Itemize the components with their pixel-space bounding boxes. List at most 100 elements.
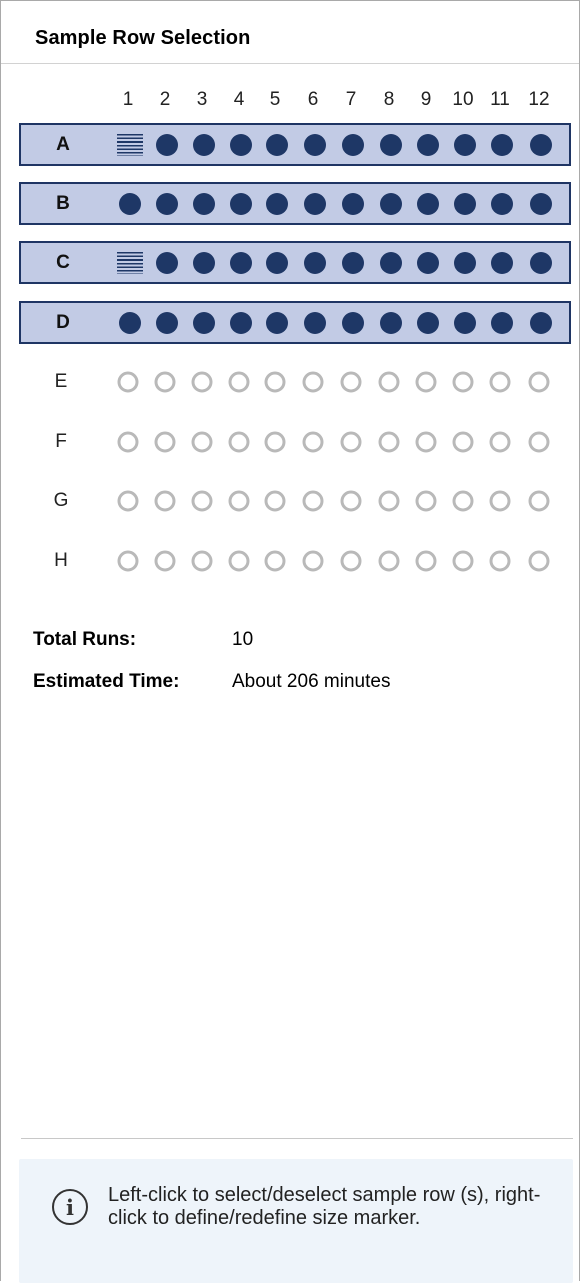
sample-well-filled[interactable] — [491, 192, 513, 215]
sample-well-empty[interactable] — [452, 550, 474, 571]
sample-well-filled[interactable] — [417, 133, 439, 156]
sample-well-filled[interactable] — [230, 251, 252, 274]
sample-well-filled[interactable] — [380, 251, 402, 274]
sample-well-filled[interactable] — [304, 192, 326, 215]
sample-well-empty[interactable] — [117, 490, 139, 511]
sample-well-empty[interactable] — [228, 550, 250, 571]
sample-well-empty[interactable] — [228, 371, 250, 392]
sample-row-d[interactable]: D — [19, 301, 571, 344]
sample-well-filled[interactable] — [530, 251, 552, 274]
sample-well-filled[interactable] — [266, 251, 288, 274]
sample-well-empty[interactable] — [264, 371, 286, 392]
sample-well-filled[interactable] — [230, 133, 252, 156]
sample-well-filled[interactable] — [454, 251, 476, 274]
sample-well-empty[interactable] — [154, 431, 176, 452]
sample-well-filled[interactable] — [266, 311, 288, 334]
sample-well-empty[interactable] — [528, 550, 550, 571]
sample-well-empty[interactable] — [378, 371, 400, 392]
sample-well-filled[interactable] — [417, 251, 439, 274]
sample-well-filled[interactable] — [454, 192, 476, 215]
sample-well-empty[interactable] — [264, 431, 286, 452]
sample-well-filled[interactable] — [530, 133, 552, 156]
sample-well-empty[interactable] — [452, 371, 474, 392]
sample-well-empty[interactable] — [489, 550, 511, 571]
size-marker-well[interactable] — [117, 251, 143, 274]
sample-well-empty[interactable] — [302, 490, 324, 511]
sample-row-e[interactable]: E — [19, 360, 571, 403]
sample-well-filled[interactable] — [193, 133, 215, 156]
sample-well-filled[interactable] — [193, 192, 215, 215]
sample-well-empty[interactable] — [415, 490, 437, 511]
sample-well-filled[interactable] — [491, 133, 513, 156]
sample-well-filled[interactable] — [266, 133, 288, 156]
sample-well-filled[interactable] — [156, 251, 178, 274]
sample-well-empty[interactable] — [191, 431, 213, 452]
sample-well-empty[interactable] — [378, 490, 400, 511]
sample-well-filled[interactable] — [417, 192, 439, 215]
sample-well-empty[interactable] — [228, 431, 250, 452]
sample-well-empty[interactable] — [228, 490, 250, 511]
sample-well-empty[interactable] — [264, 550, 286, 571]
sample-well-filled[interactable] — [193, 311, 215, 334]
sample-well-empty[interactable] — [117, 431, 139, 452]
sample-well-filled[interactable] — [380, 192, 402, 215]
sample-well-empty[interactable] — [340, 550, 362, 571]
sample-well-filled[interactable] — [530, 192, 552, 215]
sample-well-empty[interactable] — [489, 431, 511, 452]
sample-well-filled[interactable] — [156, 133, 178, 156]
sample-well-filled[interactable] — [342, 251, 364, 274]
sample-well-empty[interactable] — [117, 371, 139, 392]
sample-well-filled[interactable] — [342, 192, 364, 215]
sample-well-empty[interactable] — [191, 490, 213, 511]
sample-well-empty[interactable] — [191, 550, 213, 571]
sample-well-empty[interactable] — [489, 490, 511, 511]
sample-well-empty[interactable] — [117, 550, 139, 571]
sample-row-a[interactable]: A — [19, 123, 571, 166]
sample-row-b[interactable]: B — [19, 182, 571, 225]
sample-well-filled[interactable] — [119, 311, 141, 334]
sample-well-empty[interactable] — [302, 431, 324, 452]
sample-well-filled[interactable] — [304, 311, 326, 334]
sample-well-empty[interactable] — [191, 371, 213, 392]
sample-well-filled[interactable] — [304, 133, 326, 156]
sample-well-empty[interactable] — [415, 371, 437, 392]
sample-well-filled[interactable] — [342, 133, 364, 156]
sample-well-empty[interactable] — [154, 371, 176, 392]
sample-well-filled[interactable] — [491, 251, 513, 274]
sample-well-empty[interactable] — [415, 550, 437, 571]
sample-well-empty[interactable] — [452, 490, 474, 511]
sample-well-empty[interactable] — [528, 431, 550, 452]
sample-row-c[interactable]: C — [19, 241, 571, 284]
sample-well-empty[interactable] — [154, 490, 176, 511]
sample-well-filled[interactable] — [156, 311, 178, 334]
sample-row-f[interactable]: F — [19, 420, 571, 463]
sample-row-g[interactable]: G — [19, 479, 571, 522]
sample-well-empty[interactable] — [528, 371, 550, 392]
sample-well-filled[interactable] — [530, 311, 552, 334]
sample-well-empty[interactable] — [302, 550, 324, 571]
sample-well-empty[interactable] — [415, 431, 437, 452]
sample-well-empty[interactable] — [154, 550, 176, 571]
sample-well-empty[interactable] — [340, 371, 362, 392]
sample-well-empty[interactable] — [378, 550, 400, 571]
sample-well-filled[interactable] — [380, 133, 402, 156]
sample-well-empty[interactable] — [264, 490, 286, 511]
sample-well-empty[interactable] — [302, 371, 324, 392]
sample-well-filled[interactable] — [454, 133, 476, 156]
sample-well-filled[interactable] — [304, 251, 326, 274]
sample-row-h[interactable]: H — [19, 539, 571, 582]
sample-well-empty[interactable] — [528, 490, 550, 511]
sample-well-filled[interactable] — [119, 192, 141, 215]
sample-well-filled[interactable] — [156, 192, 178, 215]
sample-well-filled[interactable] — [454, 311, 476, 334]
sample-well-filled[interactable] — [266, 192, 288, 215]
sample-well-filled[interactable] — [417, 311, 439, 334]
sample-well-empty[interactable] — [340, 431, 362, 452]
sample-well-filled[interactable] — [193, 251, 215, 274]
sample-well-empty[interactable] — [340, 490, 362, 511]
size-marker-well[interactable] — [117, 133, 143, 156]
sample-well-filled[interactable] — [342, 311, 364, 334]
sample-well-filled[interactable] — [230, 311, 252, 334]
sample-well-empty[interactable] — [452, 431, 474, 452]
sample-well-filled[interactable] — [230, 192, 252, 215]
